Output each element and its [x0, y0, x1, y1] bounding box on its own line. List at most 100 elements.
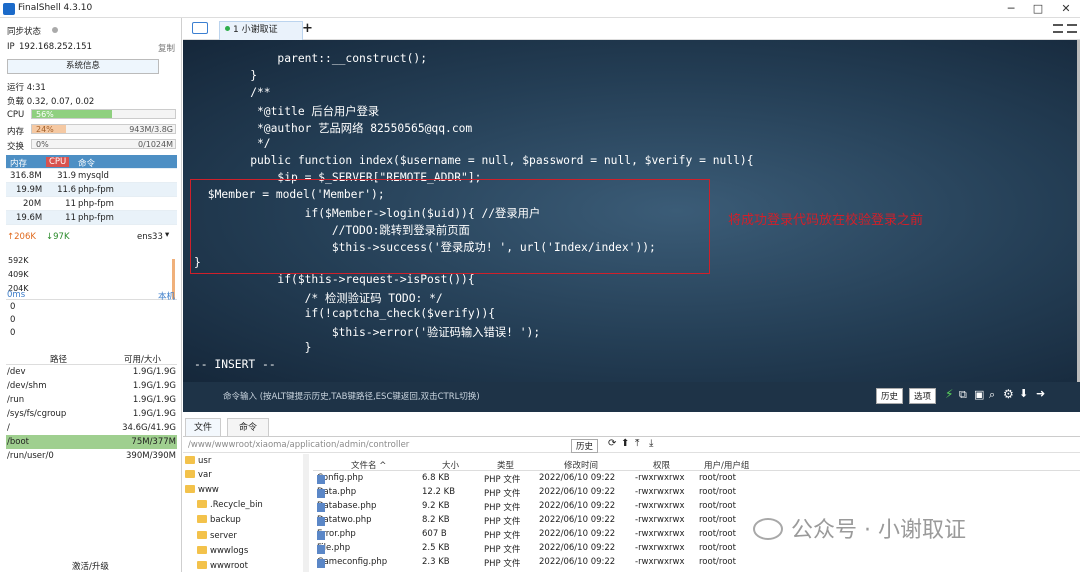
col-type[interactable]: 类型 [497, 459, 514, 471]
paste-icon[interactable]: ▣ [974, 388, 984, 401]
net-interface[interactable]: ens33 [137, 232, 163, 242]
arrow-right-icon[interactable]: ➜ [1036, 387, 1045, 400]
history-button[interactable]: 历史 [876, 388, 904, 404]
file-name: Config.php [317, 473, 363, 484]
refresh-icon[interactable]: ⟳ [608, 438, 616, 449]
tree-item[interactable]: usr [185, 456, 211, 466]
process-row[interactable]: 316.8M 31.9 mysqld [6, 169, 177, 183]
folder-icon[interactable] [192, 22, 208, 34]
tree-item[interactable]: var [185, 470, 212, 480]
tree-item[interactable]: .Recycle_bin [197, 500, 263, 510]
file-row[interactable]: Data.php 12.2 KB PHP 文件 2022/06/10 09:22 -rw… [313, 485, 1080, 499]
proc-cpu: 11.6 [57, 185, 76, 195]
cpu-percent: 56% [36, 110, 54, 119]
file-row[interactable]: Database.php 9.2 KB PHP 文件 2022/06/10 09:22… [313, 499, 1080, 513]
disk-row[interactable]: /dev 1.9G/1.9G [6, 365, 177, 379]
terminal-line: /* 检测验证码 TODO: */ [223, 292, 443, 305]
add-tab-button[interactable]: + [302, 21, 313, 36]
col-permissions[interactable]: 权限 [653, 459, 670, 471]
folder-icon [197, 561, 207, 569]
download-icon[interactable]: ⬇ [1019, 387, 1028, 400]
command-input[interactable]: 命令输入 (按ALT键提示历史,TAB键路径,ESC键返回,双击CTRL切换) [223, 390, 480, 402]
download-file-icon[interactable]: ⤓ [649, 438, 653, 449]
close-button[interactable]: ✕ [1055, 1, 1077, 17]
ping-value: 0 [10, 315, 16, 325]
tree-item[interactable]: server [197, 531, 237, 541]
upgrade-link[interactable]: 激活/升级 [72, 560, 109, 572]
tree-item[interactable]: wwwlogs [197, 546, 248, 556]
interface-dropdown-icon[interactable]: ▾ [165, 230, 169, 240]
tab-files[interactable]: 文件 [185, 418, 221, 436]
file-row[interactable]: Config.php 6.8 KB PHP 文件 2022/06/10 09:22 -r… [313, 471, 1080, 485]
network-chart: 592K 409K 204K [6, 254, 177, 300]
copy-icon[interactable]: ⧉ [959, 388, 967, 402]
file-perm: -rwxrwxrwx [635, 515, 685, 525]
php-file-icon [317, 545, 325, 554]
php-file-icon [317, 517, 325, 526]
minimize-button[interactable]: ─ [1000, 1, 1022, 17]
maximize-button[interactable]: □ [1027, 1, 1049, 17]
app-window: FinalShell 4.3.10 ─ □ ✕ 同步状态 IP 192.168.… [0, 0, 1080, 572]
col-modified[interactable]: 修改时间 [564, 459, 598, 471]
tree-item[interactable]: backup [197, 515, 241, 525]
upload-icon[interactable]: ⤒ [635, 438, 639, 449]
process-row[interactable]: 19.6M 11 php-fpm [6, 211, 177, 225]
disk-row[interactable]: /run 1.9G/1.9G [6, 393, 177, 407]
grid-view-icon[interactable] [1053, 24, 1063, 33]
file-type: PHP 文件 [484, 503, 521, 513]
file-name: File.php [317, 543, 350, 554]
disk-row[interactable]: /boot 75M/377M [6, 435, 177, 449]
annotation-box [190, 179, 710, 274]
terminal-line: if($this->request->isPost()){ [223, 273, 475, 286]
tree-item[interactable]: www [185, 485, 219, 495]
app-logo-icon [3, 3, 15, 15]
disk-row[interactable]: /sys/fs/cgroup 1.9G/1.9G [6, 407, 177, 421]
disk-row[interactable]: /run/user/0 390M/390M [6, 449, 177, 463]
path-history-button[interactable]: 历史 [571, 439, 599, 453]
path-input[interactable]: /www/wwwroot/xiaoma/application/admin/co… [188, 440, 409, 450]
disk-row[interactable]: /dev/shm 1.9G/1.9G [6, 379, 177, 393]
ip-address: 192.168.252.151 [19, 42, 93, 52]
tree-label: usr [198, 456, 212, 466]
tree-label: wwwlogs [210, 546, 249, 556]
net-scale-label: 592K [8, 256, 29, 265]
disk-path: /dev [7, 367, 26, 377]
mem-bar: 24% 943M/3.8G [31, 124, 176, 134]
tree-item[interactable]: wwwroot [197, 561, 248, 571]
process-row[interactable]: 20M 11 php-fpm [6, 197, 177, 211]
lightning-icon[interactable]: ⚡ [945, 387, 953, 401]
tree-label: .Recycle_bin [210, 500, 263, 510]
tab-commands[interactable]: 命令 [227, 418, 269, 436]
col-name[interactable]: 文件名 ^ [351, 459, 386, 471]
file-perm: -rwxrwxrwx [635, 529, 685, 539]
disk-row[interactable]: / 34.6G/41.9G [6, 421, 177, 435]
up-folder-icon[interactable]: ⬆ [621, 438, 629, 449]
sidebar: 同步状态 IP 192.168.252.151 复制 系统信息 运行 4:31 … [0, 18, 182, 572]
tab-session[interactable]: 1 小谢取证 [219, 21, 303, 40]
file-time: 2022/06/10 09:22 [539, 473, 616, 483]
search-icon[interactable]: ⌕ [989, 388, 995, 402]
gear-icon[interactable]: ⚙ [1003, 387, 1014, 401]
col-size[interactable]: 大小 [442, 459, 459, 471]
folder-icon [197, 546, 207, 554]
menu-icon[interactable] [1067, 24, 1077, 33]
copy-ip-button[interactable]: 复制 [158, 42, 175, 54]
file-row[interactable]: Gameconfig.php 2.3 KB PHP 文件 2022/06/10 09:… [313, 555, 1080, 569]
col-owner[interactable]: 用户/用户组 [704, 459, 749, 471]
sysinfo-button[interactable]: 系统信息 [7, 59, 159, 74]
swap-value: 0/1024M [137, 140, 173, 149]
swap-percent: 0% [36, 140, 49, 149]
file-owner: root/root [699, 529, 736, 539]
proc-mem: 316.8M [10, 171, 42, 181]
options-button[interactable]: 选项 [909, 388, 937, 404]
file-name: Database.php [317, 501, 376, 512]
file-perm: -rwxrwxrwx [635, 543, 685, 553]
col-mem[interactable]: 内存 [10, 157, 27, 169]
proc-cmd: mysqld [78, 171, 109, 181]
col-cmd[interactable]: 命令 [78, 157, 95, 169]
process-row[interactable]: 19.9M 11.6 php-fpm [6, 183, 177, 197]
disk-path: /run [7, 395, 25, 405]
col-cpu[interactable]: CPU [46, 157, 70, 167]
terminal-line: parent::__construct(); [223, 52, 428, 65]
tree-scrollbar[interactable] [303, 454, 309, 572]
